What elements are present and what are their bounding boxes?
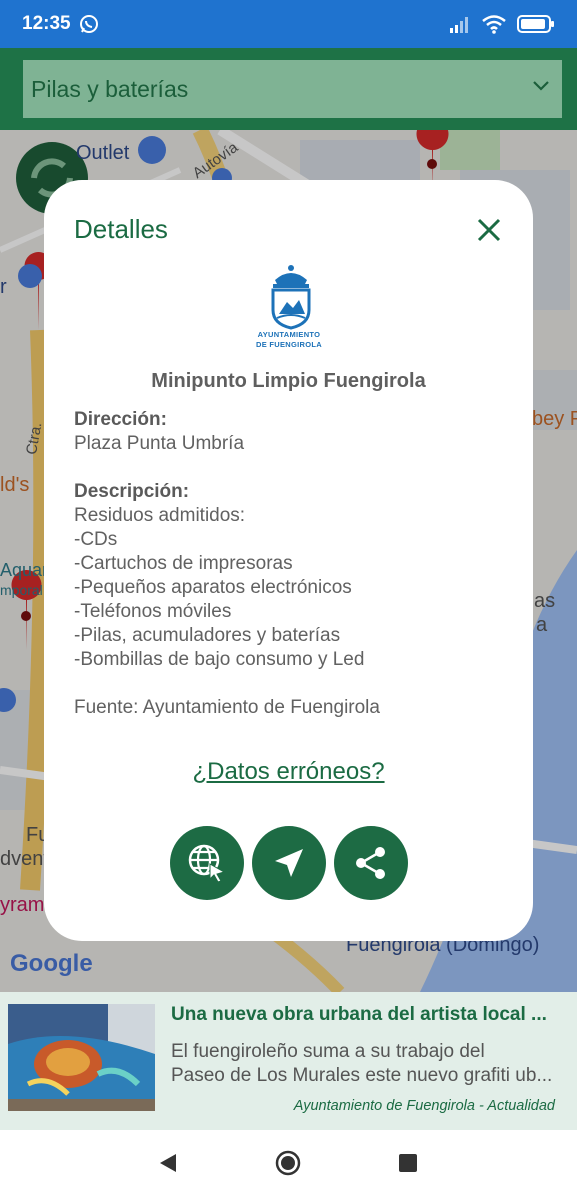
details-modal: Detalles AYUNTAMIENTO DE FUENGIROLA Mini…: [44, 180, 533, 941]
address-value: Plaza Punta Umbría: [74, 433, 245, 454]
description-line: Residuos admitidos:: [74, 505, 246, 526]
logo-text: AYUNTAMIENTO DE FUENGIROLA: [256, 330, 322, 349]
news-thumbnail: [8, 1004, 155, 1111]
navigate-button[interactable]: [252, 826, 326, 900]
category-dropdown[interactable]: Pilas y baterías: [23, 60, 562, 118]
place-name: Minipunto Limpio Fuengirola: [151, 370, 426, 392]
source-text: Fuente: Ayuntamiento de Fuengirola: [74, 697, 380, 718]
status-time: 12:35: [22, 13, 71, 34]
system-nav-bar: [0, 1130, 577, 1200]
description-line: -Teléfonos móviles: [74, 601, 232, 622]
back-icon[interactable]: [158, 1152, 178, 1174]
description-line: -Pilas, acumuladores y baterías: [74, 625, 341, 646]
share-button[interactable]: [334, 826, 408, 900]
whatsapp-icon: [79, 15, 98, 33]
recents-icon[interactable]: [399, 1154, 417, 1172]
chevron-down-icon: [533, 81, 549, 91]
description-label: Descripción:: [74, 481, 190, 502]
navigation-arrow-icon: [275, 849, 303, 877]
signal-icon: [450, 17, 468, 33]
description-line: -Cartuchos de impresoras: [74, 553, 293, 574]
detail-body: Dirección: Plaza Punta Umbría Descripció…: [74, 408, 514, 720]
battery-icon: [517, 15, 554, 33]
close-icon[interactable]: [475, 216, 503, 244]
news-summary: El fuengiroleño suma a su trabajo del Pa…: [171, 1041, 553, 1086]
modal-title: Detalles: [74, 214, 168, 244]
app-header: Pilas y baterías: [0, 48, 577, 130]
address-label: Dirección:: [74, 409, 167, 430]
web-globe-icon: [188, 844, 226, 883]
category-dropdown-value: Pilas y baterías: [31, 75, 189, 102]
wifi-icon: [482, 15, 506, 34]
description-line: -Bombillas de bajo consumo y Led: [74, 649, 365, 670]
status-bar: 12:35: [0, 0, 577, 48]
description-line: -CDs: [74, 529, 118, 550]
news-source: Ayuntamiento de Fuengirola - Actualidad: [293, 1098, 555, 1114]
share-icon: [356, 847, 385, 879]
news-card[interactable]: Una nueva obra urbana del artista local …: [0, 992, 577, 1130]
website-button[interactable]: [170, 826, 244, 900]
home-icon[interactable]: [275, 1150, 301, 1176]
description-line: -Pequeños aparatos electrónicos: [74, 577, 352, 598]
news-title: Una nueva obra urbana del artista local …: [171, 1004, 547, 1025]
report-wrong-data-link[interactable]: ¿Datos erróneos?: [44, 758, 533, 786]
